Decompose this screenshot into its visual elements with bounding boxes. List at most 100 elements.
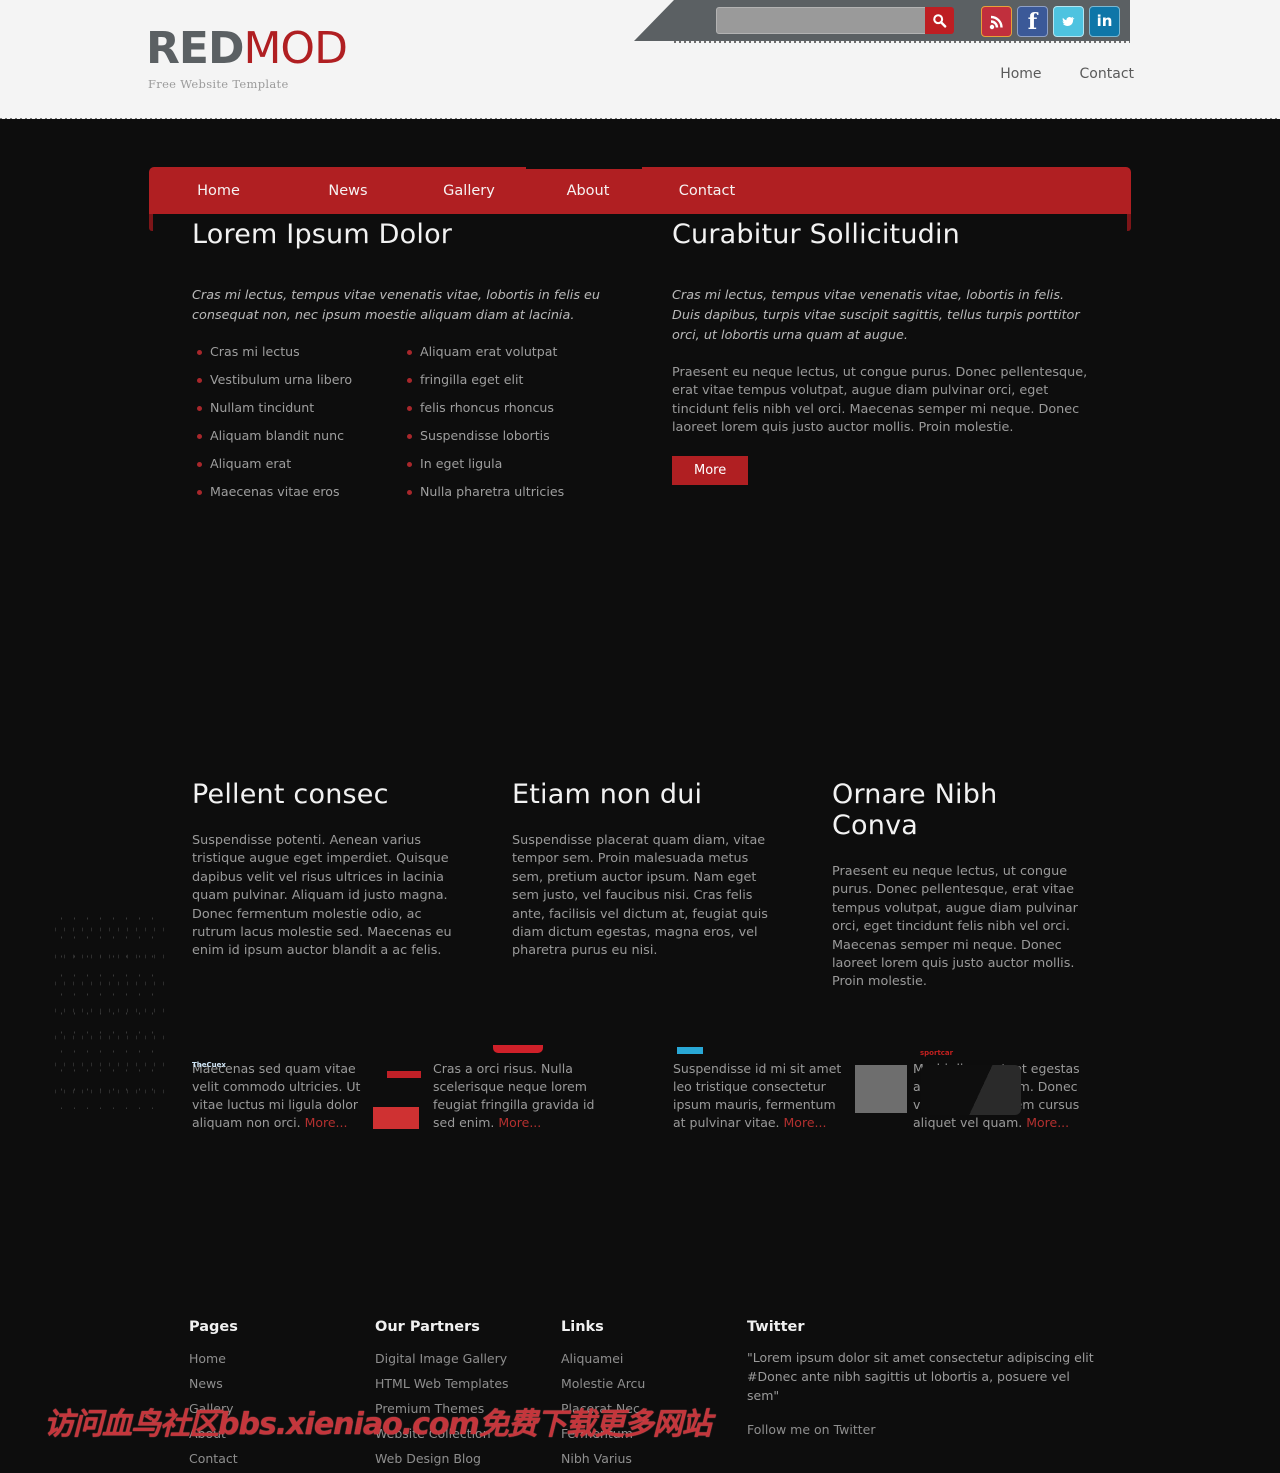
list-item: Home [189, 1348, 359, 1367]
feature-1-body: Suspendisse potenti. Aenean varius trist… [192, 833, 452, 959]
list-item[interactable]: Nulla pharetra ultricies [402, 484, 612, 499]
footer-tweet-text: "Lorem ipsum dolor sit amet consectetur … [747, 1350, 1094, 1403]
gallery-more-link[interactable]: More... [784, 1115, 827, 1130]
logo-text-second: MOD [243, 23, 347, 74]
footer-link[interactable]: Aliquamei [561, 1351, 623, 1366]
gallery-item: sportcar Morbi diam est, et egestas a, a… [855, 1045, 1089, 1132]
site-logo[interactable]: REDMOD Free Website Template [146, 23, 348, 92]
right-content-column: Curabitur Sollicitudin Cras mi lectus, t… [672, 219, 1090, 485]
left-column-bullet-lists: Cras mi lectus Vestibulum urna libero Nu… [192, 344, 612, 512]
gallery-caption: Maecenas sed quam vitae velit commodo ul… [192, 1060, 368, 1132]
list-item[interactable]: felis rhoncus rhoncus [402, 400, 612, 415]
footer-twitter-title: Twitter [747, 1319, 805, 1335]
list-item: Nibh Varius [561, 1448, 731, 1467]
footer-column-pages: Pages Home News Gallery About Contact [189, 1319, 359, 1473]
nav-ribbon-tail-left [149, 214, 153, 231]
feature-column-1: Pellent consec Suspendisse potenti. Aene… [192, 779, 462, 961]
gallery-more-link[interactable]: More... [1026, 1115, 1069, 1130]
gallery-item: TheCuex Maecenas sed quam vitae velit co… [192, 1045, 368, 1132]
gallery-item: Cras a orci risus. Nulla scelerisque neq… [373, 1045, 609, 1132]
logo-text-first: RED [146, 23, 244, 74]
feature-2-body: Suspendisse placerat quam diam, vitae te… [512, 833, 768, 959]
list-item: Digital Image Gallery [375, 1348, 545, 1367]
right-column-body: Praesent eu neque lectus, ut congue puru… [672, 365, 1088, 436]
bullet-list-a: Cras mi lectus Vestibulum urna libero Nu… [192, 344, 402, 512]
footer-link[interactable]: Home [189, 1351, 226, 1366]
background-noise-artifact [55, 909, 165, 1109]
list-item[interactable]: Aliquam erat volutpat [402, 344, 612, 359]
linkedin-icon[interactable]: in [1089, 6, 1120, 37]
footer-column-twitter: Twitter "Lorem ipsum dolor sit amet cons… [747, 1319, 1097, 1438]
feature-3-body: Praesent eu neque lectus, ut congue puru… [832, 864, 1078, 990]
nav-item-home[interactable]: Home [149, 183, 288, 199]
main-navigation: Home News Gallery About Contact [149, 167, 1131, 214]
footer-link[interactable]: Digital Image Gallery [375, 1351, 507, 1366]
twitter-bird-glyph [1062, 16, 1074, 26]
footer-pages-title: Pages [189, 1319, 238, 1335]
list-item: Molestie Arcu [561, 1373, 731, 1392]
bullet-list-b: Aliquam erat volutpat fringilla eget eli… [402, 344, 612, 512]
left-column-intro: Cras mi lectus, tempus vitae venenatis v… [192, 288, 601, 323]
list-item[interactable]: Maecenas vitae eros [192, 484, 402, 499]
list-item: Contact [189, 1448, 359, 1467]
left-column-title: Lorem Ipsum Dolor [192, 219, 453, 250]
rss-glyph [989, 15, 1003, 29]
list-item: News [189, 1373, 359, 1392]
gallery-caption: Suspendisse id mi sit amet leo tristique… [673, 1060, 849, 1132]
feature-column-2: Etiam non dui Suspendisse placerat quam … [512, 779, 782, 961]
linkedin-glyph: in [1096, 12, 1113, 30]
top-nav-item-contact[interactable]: Contact [1080, 66, 1134, 82]
list-item[interactable]: Aliquam blandit nunc [192, 428, 402, 443]
list-item[interactable]: Vestibulum urna libero [192, 372, 402, 387]
footer-column-links: Links Aliquamei Molestie Arcu Placerat N… [561, 1319, 731, 1473]
twitter-icon[interactable] [1053, 6, 1084, 37]
gallery-caption: Cras a orci risus. Nulla scelerisque neq… [433, 1060, 609, 1132]
list-item: HTML Web Templates [375, 1373, 545, 1392]
right-column-intro: Cras mi lectus, tempus vitae venenatis v… [672, 288, 1080, 343]
nav-ribbon-tail-right [1127, 214, 1131, 231]
right-column-title: Curabitur Sollicitudin [672, 219, 960, 250]
watermark-overlay: 访问血鸟社区bbs.xieniao.com免费下载更多网站 [44, 1407, 712, 1442]
feature-3-title: Ornare Nibh Conva [832, 779, 998, 841]
footer-column-partners: Our Partners Digital Image Gallery HTML … [375, 1319, 545, 1473]
list-item: Aliquamei [561, 1348, 731, 1367]
list-item[interactable]: Cras mi lectus [192, 344, 402, 359]
search-input[interactable] [716, 7, 944, 34]
main-navigation-zone: Home News Gallery About Contact [0, 119, 1280, 231]
list-item[interactable]: In eget ligula [402, 456, 612, 471]
nav-item-contact[interactable]: Contact [646, 183, 768, 199]
facebook-icon[interactable]: f [1017, 6, 1048, 37]
footer-link[interactable]: HTML Web Templates [375, 1376, 509, 1391]
list-item[interactable]: Nullam tincidunt [192, 400, 402, 415]
list-item[interactable]: Suspendisse lobortis [402, 428, 612, 443]
search-icon [933, 14, 947, 28]
more-button[interactable]: More [672, 455, 749, 485]
footer-link[interactable]: Contact [189, 1451, 238, 1466]
gallery-more-link[interactable]: More... [498, 1115, 541, 1130]
logo-text: REDMOD [146, 23, 348, 74]
logo-tagline: Free Website Template [148, 77, 289, 91]
footer-link[interactable]: Nibh Varius [561, 1451, 632, 1466]
active-tab-indicator [526, 157, 642, 169]
search-button[interactable] [925, 7, 954, 34]
footer-link[interactable]: News [189, 1376, 223, 1391]
nav-item-gallery[interactable]: Gallery [408, 183, 530, 199]
nav-item-about[interactable]: About [530, 183, 646, 199]
list-item: Web Design Blog [375, 1448, 545, 1467]
header-utility-nav: Home Contact [1000, 66, 1280, 82]
footer-link[interactable]: Web Design Blog [375, 1451, 481, 1466]
facebook-glyph: f [1027, 8, 1038, 35]
nav-item-news[interactable]: News [288, 183, 408, 199]
list-item[interactable]: Aliquam erat [192, 456, 402, 471]
list-item[interactable]: fringilla eget elit [402, 372, 612, 387]
follow-me-on-twitter-link[interactable]: Follow me on Twitter [747, 1422, 875, 1437]
social-links: f in [981, 6, 1120, 37]
feature-2-title: Etiam non dui [512, 779, 703, 810]
rss-icon[interactable] [981, 6, 1012, 37]
footer-link[interactable]: Molestie Arcu [561, 1376, 645, 1391]
left-content-column: Lorem Ipsum Dolor Cras mi lectus, tempus… [192, 219, 612, 512]
feature-1-title: Pellent consec [192, 779, 389, 810]
gallery-more-link[interactable]: More... [305, 1115, 348, 1130]
footer-links-title: Links [561, 1319, 604, 1335]
top-nav-item-home[interactable]: Home [1000, 66, 1041, 82]
